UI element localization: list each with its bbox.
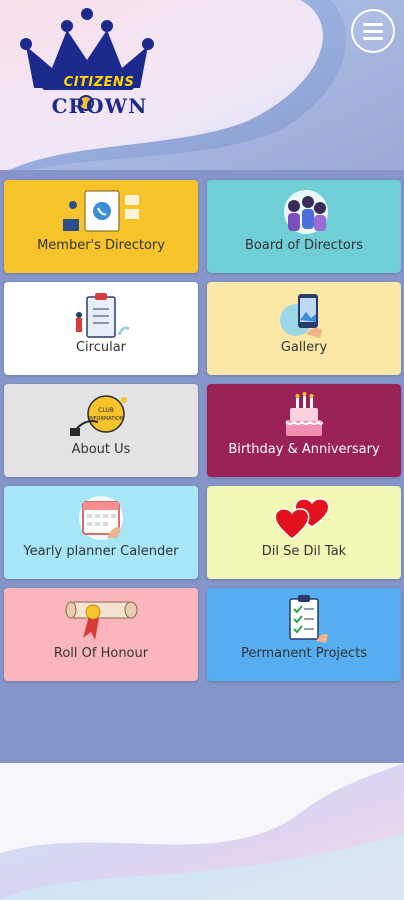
tile-label: Gallery (280, 340, 328, 355)
tile-about-us[interactable]: CLUB INFORMATION About Us (4, 384, 198, 477)
calendar-icon (79, 496, 123, 540)
info-tag-icon: CLUB INFORMATION (70, 395, 127, 436)
clipboard-icon (76, 293, 130, 338)
checklist-icon (289, 595, 328, 643)
directory-icon (63, 190, 139, 232)
photo-phone-icon (280, 294, 322, 338)
cake-icon (285, 392, 323, 436)
tile-label: Roll Of Honour (53, 646, 149, 661)
tile-dil-se-dil-tak[interactable]: Dil Se Dil Tak (207, 486, 401, 579)
tile-board-of-directors[interactable]: Board of Directors (207, 180, 401, 273)
tile-roll-of-honour[interactable]: Roll Of Honour (4, 588, 198, 681)
tile-label: Yearly planner Calender (23, 544, 179, 559)
tile-circular[interactable]: Circular (4, 282, 198, 375)
citizens-crown-logo: CITIZENS CROWN (12, 8, 162, 118)
tile-label: Board of Directors (245, 238, 363, 253)
tile-label: Circular (75, 340, 127, 355)
tile-label: Birthday & Anniversary (228, 442, 380, 457)
tile-label: About Us (71, 442, 131, 457)
tile-label: Permanent Projects (240, 646, 368, 661)
footer-background (0, 763, 404, 900)
hearts-icon (274, 498, 330, 540)
tile-permanent-projects[interactable]: Permanent Projects (207, 588, 401, 681)
svg-text:INFORMATION: INFORMATION (88, 416, 123, 422)
tile-members-directory[interactable]: Member's Directory (4, 180, 198, 273)
tile-birthday-anniversary[interactable]: Birthday & Anniversary (207, 384, 401, 477)
svg-text:CLUB: CLUB (98, 407, 114, 414)
hamburger-menu-icon (363, 22, 383, 26)
scroll-medal-icon (65, 601, 138, 640)
menu-button[interactable] (351, 9, 395, 53)
logo-text-crown: CROWN (51, 94, 148, 118)
people-group-icon (284, 190, 328, 234)
tile-label: Member's Directory (37, 238, 165, 253)
logo-text-citizens: CITIZENS (63, 75, 135, 90)
tile-gallery[interactable]: Gallery (207, 282, 401, 375)
tile-yearly-planner[interactable]: Yearly planner Calender (4, 486, 198, 579)
tile-label: Dil Se Dil Tak (261, 544, 347, 559)
